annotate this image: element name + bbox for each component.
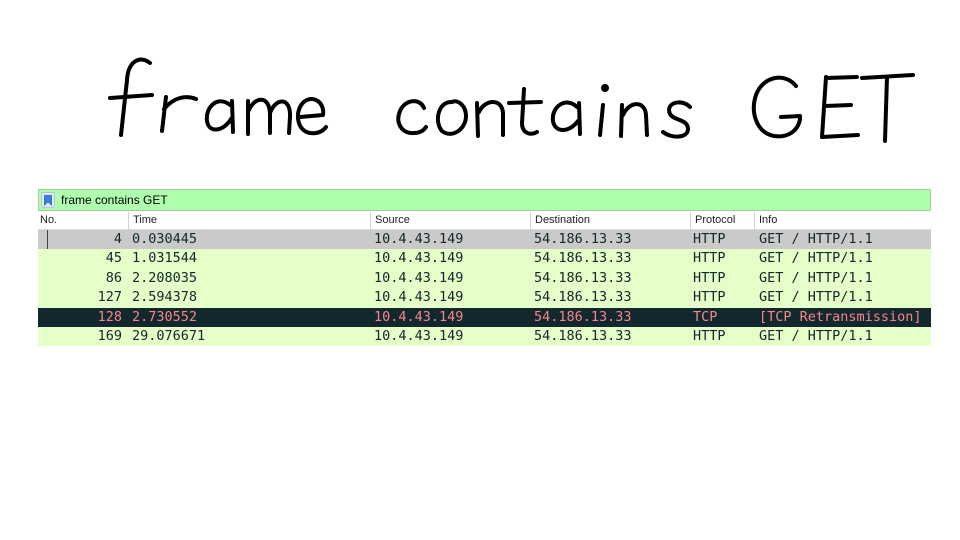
packet-info: GET / HTTP/1.1 [759, 327, 873, 344]
column-header-row: No. Time Source Destination Protocol Inf… [38, 212, 931, 230]
column-header-protocol[interactable]: Protocol [690, 212, 754, 229]
bookmark-icon[interactable] [41, 192, 55, 208]
packet-time: 29.076671 [132, 327, 206, 344]
handwritten-caption [0, 35, 960, 160]
packet-number: 45 [105, 250, 122, 267]
display-filter-bar[interactable]: frame contains GET [38, 189, 931, 211]
packet-row[interactable]: 45 1.031544 10.4.43.149 54.186.13.33 HTT… [38, 249, 931, 269]
column-header-no[interactable]: No. [38, 212, 128, 229]
packet-time: 0.030445 [132, 231, 198, 247]
packet-source: 10.4.43.149 [374, 327, 464, 344]
packet-source: 10.4.43.149 [374, 269, 464, 286]
packet-source: 10.4.43.149 [374, 308, 464, 325]
packet-destination: 54.186.13.33 [534, 289, 632, 306]
packet-row[interactable]: 128 2.730552 10.4.43.149 54.186.13.33 TC… [38, 307, 931, 327]
packet-row[interactable]: 86 2.208035 10.4.43.149 54.186.13.33 HTT… [38, 268, 931, 289]
packet-row[interactable]: 127 2.594378 10.4.43.149 54.186.13.33 HT… [38, 288, 931, 308]
packet-info: GET / HTTP/1.1 [759, 250, 873, 267]
packet-time: 2.594378 [132, 289, 198, 306]
packet-list-panel: frame contains GET No. Time Source Desti… [38, 189, 931, 355]
packet-protocol: HTTP [693, 327, 726, 344]
column-header-source[interactable]: Source [370, 212, 530, 229]
packet-info: [TCP Retransmission] [759, 308, 922, 325]
packet-protocol: HTTP [693, 250, 726, 267]
packet-rows: 4 0.030445 10.4.43.149 54.186.13.33 HTTP… [38, 230, 931, 347]
packet-info: GET / HTTP/1.1 [759, 269, 873, 286]
packet-number: 128 [97, 308, 122, 325]
display-filter-input[interactable]: frame contains GET [61, 193, 168, 207]
column-header-info[interactable]: Info [754, 212, 931, 229]
packet-protocol: TCP [693, 308, 718, 325]
packet-source: 10.4.43.149 [374, 289, 464, 306]
packet-number: 4 [113, 231, 122, 247]
packet-time: 2.208035 [132, 269, 198, 286]
packet-destination: 54.186.13.33 [534, 308, 632, 325]
packet-time: 2.730552 [132, 308, 198, 325]
packet-row[interactable]: 169 29.076671 10.4.43.149 54.186.13.33 H… [38, 326, 931, 347]
packet-number: 169 [97, 327, 122, 344]
packet-row[interactable]: 4 0.030445 10.4.43.149 54.186.13.33 HTTP… [38, 230, 931, 250]
packet-destination: 54.186.13.33 [534, 250, 632, 267]
packet-number: 127 [97, 289, 122, 306]
packet-protocol: HTTP [693, 231, 726, 247]
packet-list-empty-area [38, 347, 931, 355]
packet-info: GET / HTTP/1.1 [759, 231, 873, 247]
packet-destination: 54.186.13.33 [534, 327, 632, 344]
packet-number: 86 [105, 269, 122, 286]
packet-time: 1.031544 [132, 250, 198, 267]
packet-protocol: HTTP [693, 269, 726, 286]
packet-source: 10.4.43.149 [374, 231, 464, 247]
column-header-time[interactable]: Time [128, 212, 370, 229]
packet-info: GET / HTTP/1.1 [759, 289, 873, 306]
packet-destination: 54.186.13.33 [534, 231, 632, 247]
packet-source: 10.4.43.149 [374, 250, 464, 267]
packet-destination: 54.186.13.33 [534, 269, 632, 286]
packet-protocol: HTTP [693, 289, 726, 306]
column-header-destination[interactable]: Destination [530, 212, 690, 229]
